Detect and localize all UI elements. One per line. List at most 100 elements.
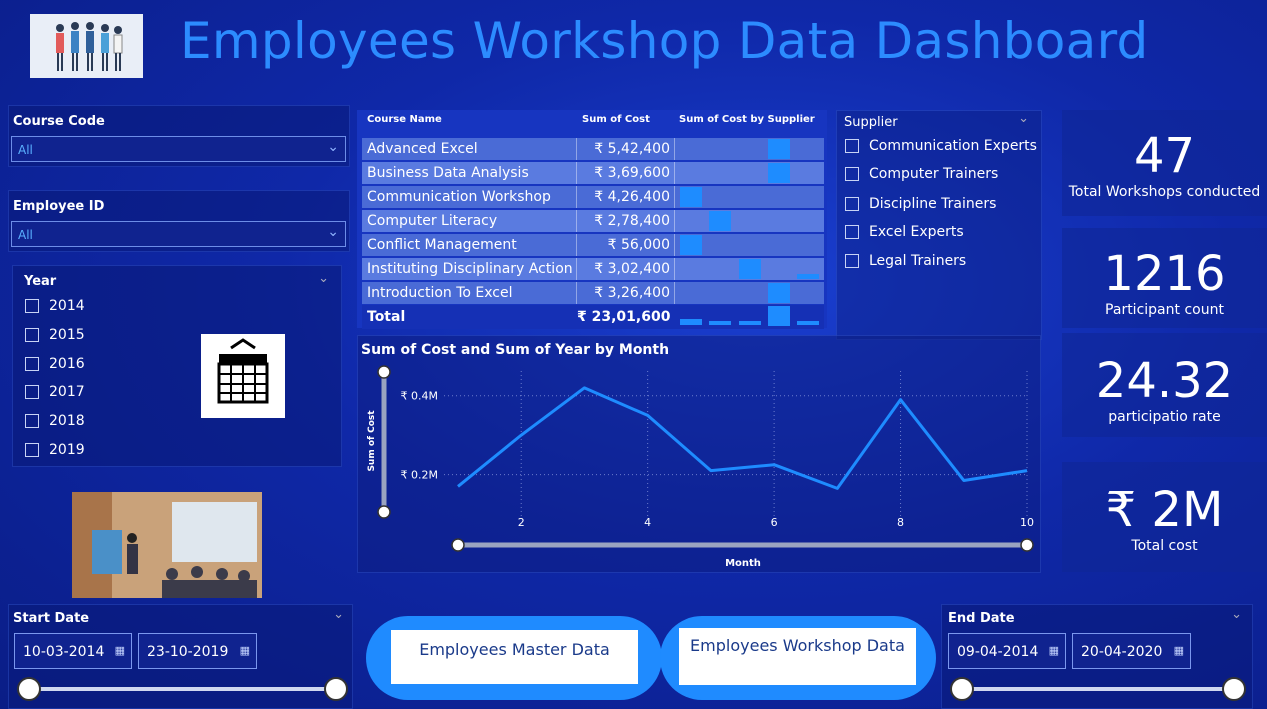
supplier-option[interactable]: Legal Trainers: [845, 253, 966, 269]
calendar-year-icon: [201, 334, 285, 418]
table-row[interactable]: Introduction To Excel ₹ 3,26,400: [362, 282, 824, 304]
y-axis-label: Sum of Cost: [367, 410, 377, 472]
year-label: Year: [24, 274, 57, 289]
supplier-option[interactable]: Communication Experts: [845, 138, 1037, 154]
y-zoom-slider-handle: [377, 365, 391, 379]
employee-id-label: Employee ID: [13, 199, 105, 214]
table-total-row: Total ₹ 23,01,600: [362, 305, 824, 329]
kpi-label: Participant count: [1105, 302, 1224, 318]
supplier-bar: [739, 321, 761, 325]
team-logo-image: [30, 14, 143, 78]
end-date-slider-max-handle[interactable]: [1222, 677, 1246, 701]
calendar-icon[interactable]: ▦: [115, 644, 125, 657]
year-option-2019[interactable]: 2019: [25, 442, 85, 458]
end-date-label: End Date: [948, 611, 1015, 626]
chevron-down-icon[interactable]: ⌄: [333, 607, 344, 622]
supplier-bar: [797, 274, 819, 279]
supplier-bar: [768, 306, 790, 326]
kpi-value: 47: [1133, 128, 1196, 184]
checkbox[interactable]: [25, 443, 39, 457]
checkbox[interactable]: [25, 385, 39, 399]
workshop-photo: [72, 492, 262, 598]
employees-workshop-data-button[interactable]: Employees Workshop Data: [660, 616, 936, 700]
table-row[interactable]: Business Data Analysis ₹ 3,69,600: [362, 162, 824, 184]
supplier-option[interactable]: Discipline Trainers: [845, 196, 996, 212]
calendar-icon[interactable]: ▦: [240, 644, 250, 657]
end-date-slicer: End Date ⌄ 09-04-2014 ▦ 20-04-2020 ▦: [941, 604, 1253, 709]
kpi-total-workshops: 47 Total Workshops conducted: [1062, 110, 1267, 216]
chevron-down-icon[interactable]: ⌄: [318, 271, 329, 286]
x-tick-label: 8: [897, 516, 904, 529]
year-option-2015[interactable]: 2015: [25, 327, 85, 343]
table-row[interactable]: Communication Workshop ₹ 4,26,400: [362, 186, 824, 208]
page-title: Employees Workshop Data Dashboard: [180, 12, 1149, 70]
employee-id-slicer: Employee ID All ⌄: [8, 190, 350, 252]
y-tick-label: ₹ 0.2M: [401, 469, 438, 482]
employee-id-value: All: [18, 228, 33, 242]
kpi-value: ₹ 2M: [1105, 482, 1224, 538]
checkbox[interactable]: [25, 328, 39, 342]
supplier-bar: [768, 163, 790, 183]
start-date-from-input[interactable]: 10-03-2014 ▦: [14, 633, 132, 669]
x-tick-label: 4: [644, 516, 651, 529]
supplier-label: Supplier: [844, 115, 898, 130]
checkbox[interactable]: [845, 139, 859, 153]
checkbox[interactable]: [25, 414, 39, 428]
year-option-2014[interactable]: 2014: [25, 298, 85, 314]
checkbox[interactable]: [845, 225, 859, 239]
start-date-slider-track[interactable]: [29, 687, 336, 691]
supplier-bar: [709, 321, 731, 325]
checkbox[interactable]: [845, 197, 859, 211]
end-date-from-input[interactable]: 09-04-2014 ▦: [948, 633, 1066, 669]
supplier-bar: [797, 321, 819, 325]
start-date-slicer: Start Date ⌄ 10-03-2014 ▦ 23-10-2019 ▦: [8, 604, 353, 709]
year-option-2017[interactable]: 2017: [25, 384, 85, 400]
supplier-option[interactable]: Computer Trainers: [845, 166, 998, 182]
chevron-down-icon[interactable]: ⌄: [1018, 111, 1029, 126]
x-zoom-slider-handle: [451, 538, 465, 552]
checkbox[interactable]: [25, 299, 39, 313]
supplier-bar: [768, 283, 790, 303]
col-cost-by-supplier[interactable]: Sum of Cost by Supplier: [679, 114, 815, 125]
supplier-slicer: Supplier ⌄ Communication Experts Compute…: [836, 110, 1042, 340]
x-tick-label: 2: [518, 516, 525, 529]
checkbox[interactable]: [25, 357, 39, 371]
end-date-to-input[interactable]: 20-04-2020 ▦: [1072, 633, 1191, 669]
year-slicer: Year ⌄ 2014 2015 2016 2017 2018 2019: [12, 265, 342, 467]
calendar-icon[interactable]: ▦: [1049, 644, 1059, 657]
table-row[interactable]: Computer Literacy ₹ 2,78,400: [362, 210, 824, 232]
series-line-sum-of-cost: [457, 386, 1028, 490]
table-row[interactable]: Instituting Disciplinary Action ₹ 3,02,4…: [362, 258, 824, 280]
course-code-dropdown[interactable]: All ⌄: [11, 136, 346, 162]
checkbox[interactable]: [845, 254, 859, 268]
employees-master-data-button[interactable]: Employees Master Data: [366, 616, 662, 700]
end-date-slider-min-handle[interactable]: [950, 677, 974, 701]
course-code-label: Course Code: [13, 114, 105, 129]
start-date-slider-min-handle[interactable]: [17, 677, 41, 701]
course-code-value: All: [18, 143, 33, 157]
year-option-2016[interactable]: 2016: [25, 356, 85, 372]
course-code-slicer: Course Code All ⌄: [8, 105, 350, 167]
line-chart-svg: 2 4 6 8 10 ₹ 0.2M ₹ 0.4M Sum of Cost Month: [367, 365, 1034, 569]
start-date-to-input[interactable]: 23-10-2019 ▦: [138, 633, 257, 669]
supplier-bar: [768, 139, 790, 159]
end-date-slider-track[interactable]: [962, 687, 1234, 691]
col-course-name[interactable]: Course Name: [367, 114, 442, 125]
chevron-down-icon[interactable]: ⌄: [1231, 607, 1242, 622]
x-axis-label: Month: [725, 558, 761, 569]
checkbox[interactable]: [845, 167, 859, 181]
year-option-2018[interactable]: 2018: [25, 413, 85, 429]
y-tick-label: ₹ 0.4M: [401, 390, 438, 403]
table-row[interactable]: Advanced Excel ₹ 5,42,400: [362, 138, 824, 160]
supplier-option[interactable]: Excel Experts: [845, 224, 964, 240]
calendar-icon[interactable]: ▦: [1174, 644, 1184, 657]
start-date-slider-max-handle[interactable]: [324, 677, 348, 701]
x-tick-label: 6: [771, 516, 778, 529]
course-cost-table: Course Name Sum of Cost Sum of Cost by S…: [357, 110, 827, 329]
kpi-participation-rate: 24.32 participatio rate: [1062, 333, 1267, 437]
employees-workshop-data-label: Employees Workshop Data: [679, 628, 916, 685]
x-tick-label: 10: [1020, 516, 1034, 529]
employee-id-dropdown[interactable]: All ⌄: [11, 221, 346, 247]
table-row[interactable]: Conflict Management ₹ 56,000: [362, 234, 824, 256]
col-sum-of-cost[interactable]: Sum of Cost: [582, 114, 650, 125]
